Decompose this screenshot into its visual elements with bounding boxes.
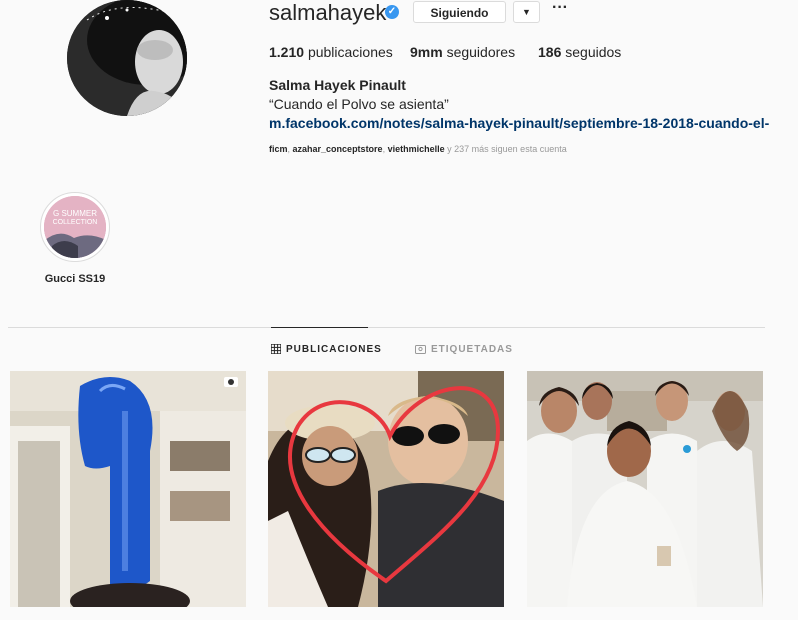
followers-label: seguidores xyxy=(446,44,516,60)
profile-bio: “Cuando el Polvo se asienta” xyxy=(269,96,449,112)
more-options-icon[interactable]: ··· xyxy=(549,0,571,23)
profile-avatar[interactable] xyxy=(67,0,187,116)
story-highlight-cover[interactable]: G SUMMER COLLECTION xyxy=(44,196,106,258)
following-label: seguidos xyxy=(565,44,622,60)
profile-full-name: Salma Hayek Pinault xyxy=(269,77,406,93)
followed-by-user[interactable]: viethmichelle xyxy=(388,144,445,154)
story-highlight-label[interactable]: Gucci SS19 xyxy=(30,272,120,286)
post-thumbnail[interactable] xyxy=(527,371,763,607)
followed-by-more: y 237 más siguen esta cuenta xyxy=(447,144,567,154)
tab-posts-label: PUBLICACIONES xyxy=(286,344,382,355)
followed-by-user[interactable]: azahar_conceptstore xyxy=(293,144,383,154)
highlight-cover-text: COLLECTION xyxy=(53,219,98,226)
posts-count-stat: 1.210 publicaciones xyxy=(269,43,393,61)
post-thumbnail[interactable] xyxy=(268,371,504,607)
highlight-cover-text: G SUMMER xyxy=(53,209,97,218)
verified-badge-icon: ✓ xyxy=(385,5,399,19)
posts-label: publicaciones xyxy=(307,44,393,60)
followed-by[interactable]: ficm, azahar_conceptstore, viethmichelle… xyxy=(269,143,567,155)
followers-count: 9mm xyxy=(410,44,443,60)
following-count: 186 xyxy=(538,44,562,60)
suggestions-dropdown-button[interactable]: ▼ xyxy=(513,1,540,23)
post-thumbnail[interactable] xyxy=(10,371,246,607)
following-button[interactable]: Siguiendo xyxy=(413,1,506,23)
followers-stat[interactable]: 9mm seguidores xyxy=(410,43,515,61)
tab-tagged-label: ETIQUETADAS xyxy=(431,344,513,355)
tabs-divider xyxy=(8,327,765,328)
grid-icon xyxy=(270,343,282,355)
tab-tagged[interactable]: ETIQUETADAS xyxy=(415,343,513,357)
profile-link[interactable]: m.facebook.com/notes/salma-hayek-pinault… xyxy=(269,114,769,132)
following-stat[interactable]: 186 seguidos xyxy=(538,43,621,61)
tab-posts[interactable]: PUBLICACIONES xyxy=(270,343,382,357)
tagged-icon xyxy=(415,345,426,354)
followed-by-user[interactable]: ficm xyxy=(269,144,288,154)
active-tab-indicator xyxy=(271,327,368,328)
posts-count: 1.210 xyxy=(269,44,305,60)
profile-username: salmahayek xyxy=(269,0,387,25)
